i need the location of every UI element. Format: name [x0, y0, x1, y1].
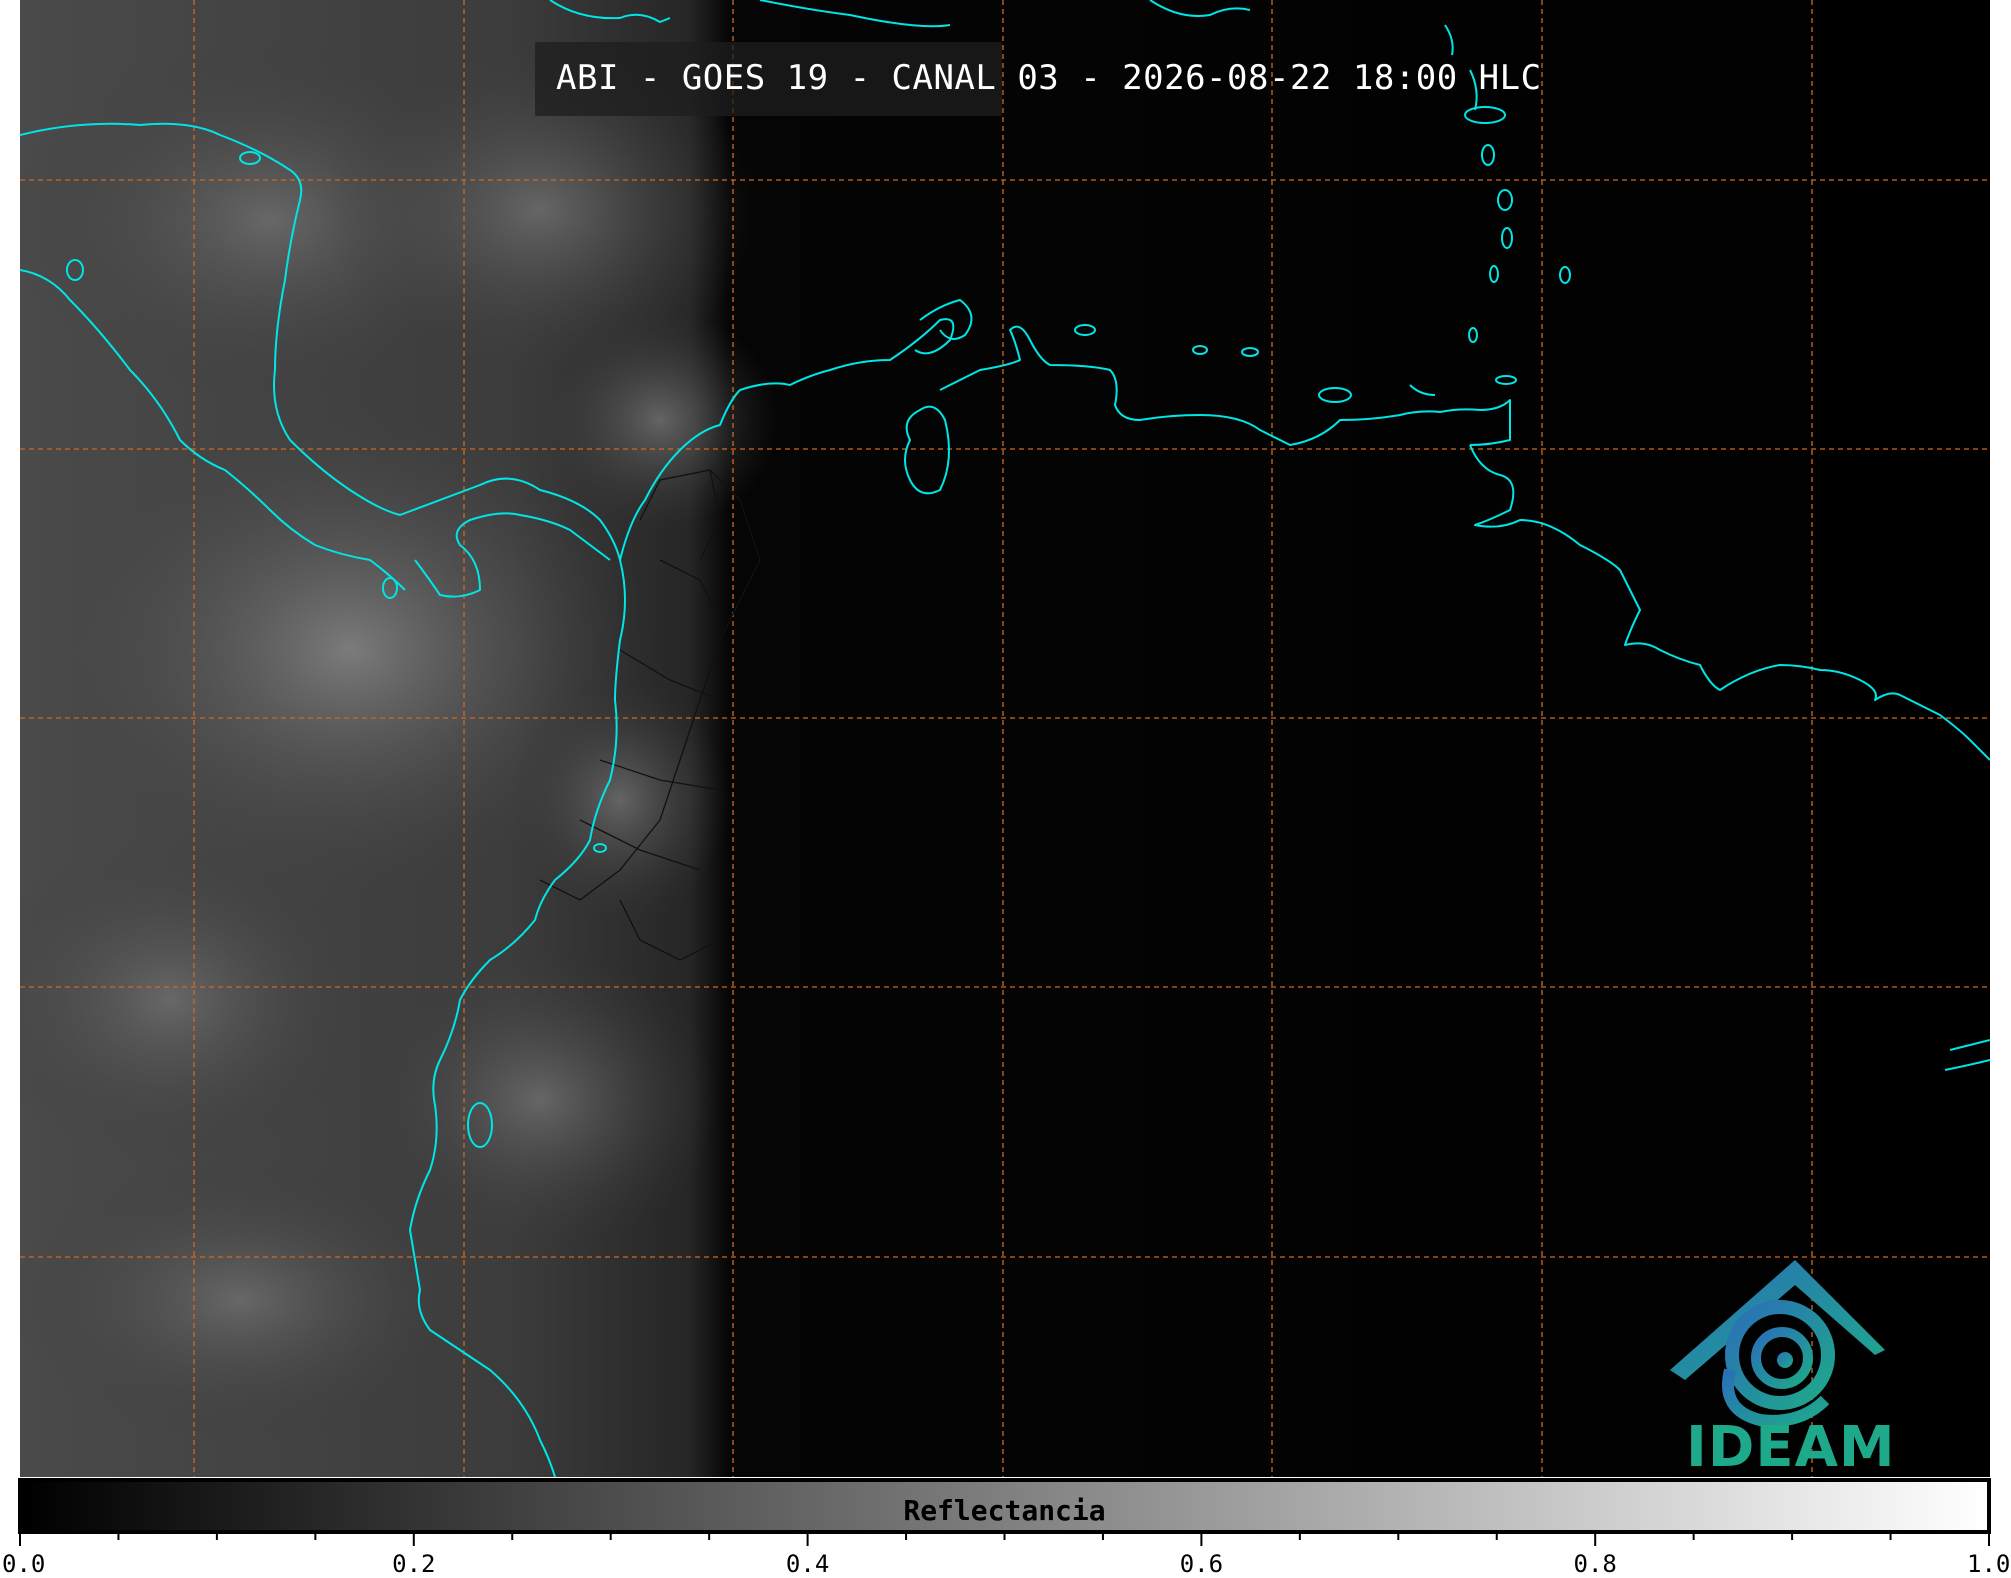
colorbar: Reflectancia: [18, 1478, 1991, 1534]
tick-label: 0.8: [1573, 1550, 1617, 1578]
tick-label: 1.0: [1967, 1550, 2011, 1578]
colorbar-label: Reflectancia: [903, 1494, 1106, 1527]
tick-label: 0.4: [785, 1550, 830, 1578]
tick-label: 0.0: [2, 1550, 46, 1578]
colorbar-ticks: [19, 1530, 1990, 1546]
tick-label: 0.6: [1179, 1550, 1224, 1578]
logo-text: IDEAM: [1686, 1415, 1896, 1480]
tick-label: 0.2: [392, 1550, 436, 1578]
map-title: ABI - GOES 19 - CANAL 03 - 2026-08-22 18…: [556, 58, 1542, 98]
